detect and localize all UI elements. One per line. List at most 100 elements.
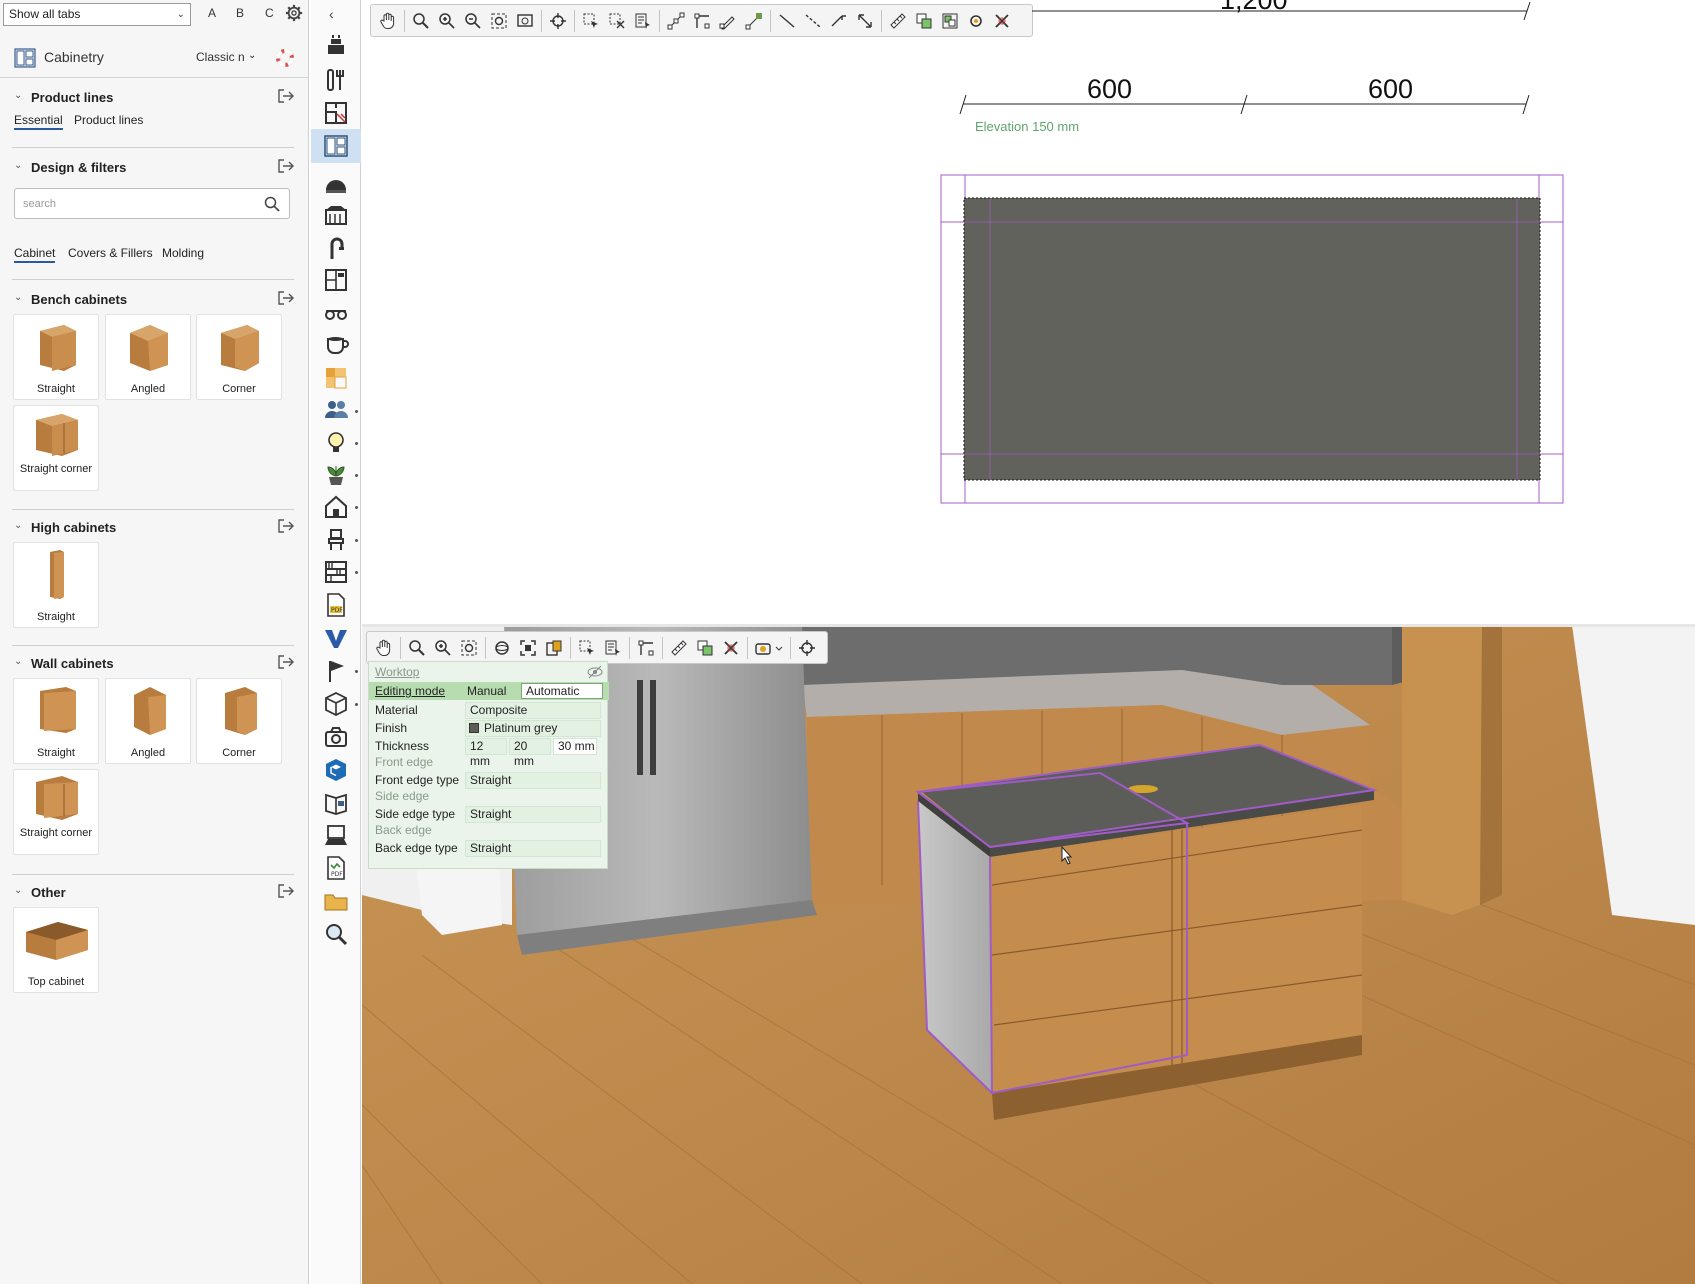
tab-cabinet[interactable]: Cabinet [14, 246, 56, 263]
catalog-item-bench-angled[interactable]: Angled [105, 314, 191, 400]
appliance-icon[interactable] [323, 299, 349, 325]
tools-icon[interactable] [323, 67, 349, 93]
view-c-button[interactable]: C [265, 6, 274, 20]
v-logo-icon[interactable] [323, 625, 349, 651]
snap-corner-icon[interactable] [633, 635, 659, 661]
line-dash-icon[interactable] [800, 8, 826, 34]
search-icon[interactable] [323, 921, 349, 947]
section-high-cabinets[interactable]: ⌄ High cabinets [12, 518, 297, 538]
pop-out-icon[interactable] [277, 518, 295, 534]
pop-out-icon[interactable] [277, 654, 295, 670]
section-other[interactable]: ⌄ Other [12, 883, 297, 903]
pop-out-icon[interactable] [277, 158, 295, 174]
delete-icon[interactable] [989, 8, 1015, 34]
zoom-in-icon[interactable] [434, 8, 460, 34]
gear-icon[interactable] [285, 4, 303, 22]
catalog-item-wall-straight[interactable]: Straight [13, 678, 99, 764]
pdf-export-icon[interactable]: PDF [323, 592, 349, 618]
search-icon[interactable] [264, 196, 280, 212]
people-icon[interactable] [323, 398, 349, 424]
arch-icon[interactable] [323, 170, 349, 196]
ruler-icon[interactable] [885, 8, 911, 34]
help-lifebuoy-icon[interactable] [276, 49, 294, 67]
select-icon[interactable] [574, 635, 600, 661]
catalog-style-select[interactable]: Classic n [196, 50, 245, 64]
lamp-icon[interactable] [323, 430, 349, 456]
orbit-icon[interactable] [489, 635, 515, 661]
search-input[interactable]: search [14, 188, 290, 219]
material-value[interactable]: Composite [465, 702, 601, 719]
catalog-item-bench-corner[interactable]: Corner [196, 314, 282, 400]
cooking-appliance-icon[interactable] [323, 33, 349, 59]
pop-out-icon[interactable] [277, 290, 295, 306]
pan-hand-icon[interactable] [375, 8, 401, 34]
mode-automatic-button[interactable]: Automatic [521, 683, 603, 699]
line-3d-icon[interactable] [826, 8, 852, 34]
pan-hand-icon[interactable] [371, 635, 397, 661]
hide-eye-icon[interactable] [587, 665, 603, 679]
tiles-icon[interactable] [323, 365, 349, 391]
finish-value[interactable]: Platinum grey [465, 720, 601, 737]
zoom-window-icon[interactable] [512, 8, 538, 34]
floor-plan-icon[interactable] [323, 100, 349, 126]
tab-product-lines[interactable]: Product lines [74, 113, 143, 127]
zoom-extents-icon[interactable] [486, 8, 512, 34]
bookshelf-icon[interactable] [323, 559, 349, 585]
snap-corner-icon[interactable] [689, 8, 715, 34]
catalog-item-top-cabinet[interactable]: Top cabinet [13, 907, 99, 993]
zoom-out-icon[interactable] [460, 8, 486, 34]
snap-points-icon[interactable] [663, 8, 689, 34]
pop-out-icon[interactable] [277, 88, 295, 104]
settings-object-icon[interactable] [963, 8, 989, 34]
catalog-item-wall-angled[interactable]: Angled [105, 678, 191, 764]
pdf-report-icon[interactable]: PDF [323, 855, 349, 881]
zoom-icon[interactable] [404, 635, 430, 661]
tab-filter-select[interactable]: Show all tabs ⌄ [3, 3, 191, 26]
zoom-icon[interactable] [408, 8, 434, 34]
snap-edit-icon[interactable] [715, 8, 741, 34]
3d-cube-icon[interactable] [323, 691, 349, 717]
wardrobe-icon[interactable] [323, 267, 349, 293]
measure-arrow-icon[interactable] [852, 8, 878, 34]
cup-icon[interactable] [323, 331, 349, 357]
select-list-icon[interactable] [600, 635, 626, 661]
catalog-item-wall-straight-corner[interactable]: Straight corner [13, 769, 99, 855]
house-icon[interactable] [323, 494, 349, 520]
section-design-filters[interactable]: ⌄ Design & filters [12, 158, 297, 178]
ruler-icon[interactable] [666, 635, 692, 661]
chevron-down-icon[interactable]: ⌄ [248, 50, 256, 61]
cabinetry-category-icon[interactable] [311, 129, 361, 163]
sketchup-icon[interactable] [323, 757, 349, 783]
copy-green-icon[interactable] [692, 635, 718, 661]
tab-molding[interactable]: Molding [162, 246, 204, 260]
render-box-icon[interactable] [541, 635, 567, 661]
view-a-button[interactable]: A [208, 6, 216, 20]
delete-icon[interactable] [718, 635, 744, 661]
tab-essential[interactable]: Essential [14, 113, 63, 130]
zoom-in-icon[interactable] [430, 635, 456, 661]
faucet-icon[interactable] [323, 235, 349, 261]
pop-out-icon[interactable] [277, 883, 295, 899]
target-icon[interactable] [545, 8, 571, 34]
camera-settings-dropdown-icon[interactable] [751, 635, 787, 661]
zoom-extents-icon[interactable] [456, 635, 482, 661]
section-bench-cabinets[interactable]: ⌄ Bench cabinets [12, 290, 297, 310]
tab-covers-fillers[interactable]: Covers & Fillers [68, 246, 153, 260]
catalog-item-bench-straight[interactable]: Straight [13, 314, 99, 400]
plan-view[interactable]: 1,200 600 600 Elevation 150 mm [362, 0, 1695, 625]
copy-green-icon[interactable] [911, 8, 937, 34]
back-edge-type-value[interactable]: Straight [465, 840, 601, 857]
select-list-icon[interactable] [630, 8, 656, 34]
catalog-item-bench-straight-corner[interactable]: Straight corner [13, 405, 99, 491]
section-wall-cabinets[interactable]: ⌄ Wall cabinets [12, 654, 297, 674]
chair-icon[interactable] [323, 527, 349, 553]
snap-settings-icon[interactable] [741, 8, 767, 34]
group-icon[interactable] [937, 8, 963, 34]
view-splitter[interactable] [362, 624, 1695, 627]
line-tool-icon[interactable] [774, 8, 800, 34]
section-product-lines[interactable]: ⌄ Product lines [12, 88, 297, 108]
plant-icon[interactable] [323, 462, 349, 488]
catalog-book-icon[interactable] [323, 790, 349, 816]
catalog-item-wall-corner[interactable]: Corner [196, 678, 282, 764]
mode-manual-button[interactable]: Manual [467, 684, 506, 698]
